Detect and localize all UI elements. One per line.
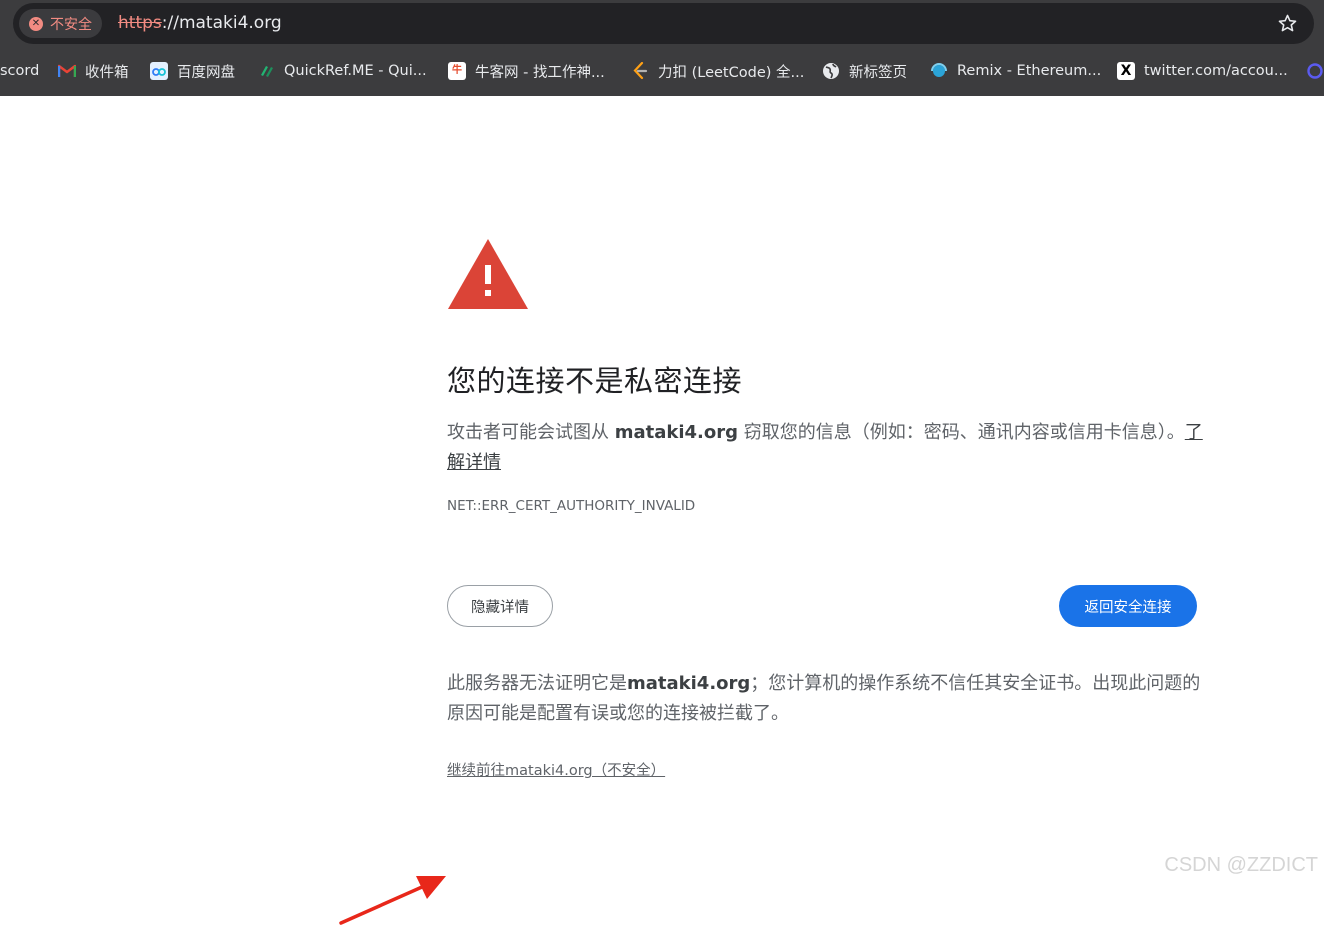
chain-icon bbox=[1306, 62, 1324, 80]
page-heading: 您的连接不是私密连接 bbox=[447, 364, 743, 398]
browser-toolbar: ✕ 不安全 https://mataki4.org scord 收件箱 百度网盘 bbox=[0, 0, 1324, 96]
bookmark-baidu-netdisk[interactable]: 百度网盘 bbox=[150, 51, 235, 91]
remix-icon bbox=[930, 62, 948, 80]
bookmark-gmail[interactable]: 收件箱 bbox=[58, 51, 129, 91]
error-code: NET::ERR_CERT_AUTHORITY_INVALID bbox=[447, 498, 696, 514]
bookmark-label: scord bbox=[0, 63, 40, 79]
globe-icon bbox=[822, 62, 840, 80]
url-text[interactable]: https://mataki4.org bbox=[118, 3, 282, 44]
bookmark-label: 力扣 (LeetCode) 全... bbox=[658, 64, 805, 81]
quickref-icon bbox=[257, 62, 275, 80]
hide-details-button[interactable]: 隐藏详情 bbox=[447, 585, 553, 627]
warning-message: 攻击者可能会试图从 mataki4.org 窃取您的信息（例如：密码、通讯内容或… bbox=[447, 418, 1207, 478]
url-host: ://mataki4.org bbox=[161, 13, 282, 33]
gmail-icon bbox=[58, 62, 76, 80]
leetcode-icon bbox=[631, 62, 649, 80]
bookmark-label: 牛客网 - 找工作神... bbox=[475, 64, 605, 81]
message-suffix: 窃取您的信息（例如：密码、通讯内容或信用卡信息）。 bbox=[738, 422, 1185, 443]
bookmark-remix[interactable]: Remix - Ethereum... bbox=[930, 51, 1101, 91]
security-chip[interactable]: ✕ 不安全 bbox=[19, 9, 102, 38]
bookmark-label: Remix - Ethereum... bbox=[957, 63, 1102, 79]
bookmark-star-icon[interactable] bbox=[1277, 13, 1298, 34]
bookmark-label: 收件箱 bbox=[85, 64, 129, 81]
interstitial-page: 您的连接不是私密连接 攻击者可能会试图从 mataki4.org 窃取您的信息（… bbox=[0, 96, 1324, 925]
address-bar[interactable]: ✕ 不安全 https://mataki4.org bbox=[13, 3, 1314, 44]
explanation-prefix: 此服务器无法证明它是 bbox=[447, 673, 627, 694]
security-chip-label: 不安全 bbox=[50, 16, 92, 33]
bookmark-label: 百度网盘 bbox=[177, 64, 235, 81]
url-scheme: https bbox=[118, 13, 162, 33]
bookmark-discord[interactable]: scord bbox=[0, 51, 39, 91]
bookmark-label: 新标签页 bbox=[849, 64, 907, 81]
message-prefix: 攻击者可能会试图从 bbox=[447, 422, 615, 443]
warning-triangle-icon bbox=[448, 239, 528, 309]
baidu-netdisk-icon bbox=[150, 62, 168, 80]
bookmark-label: twitter.com/accou... bbox=[1144, 63, 1288, 79]
back-to-safety-button[interactable]: 返回安全连接 bbox=[1059, 585, 1197, 627]
bookmark-overflow[interactable] bbox=[1306, 51, 1324, 91]
bookmark-twitter[interactable]: X twitter.com/accou... bbox=[1117, 51, 1288, 91]
annotation-arrow bbox=[339, 876, 446, 925]
bookmark-quickref[interactable]: QuickRef.ME - Qui... bbox=[257, 51, 427, 91]
bookmarks-bar: scord 收件箱 百度网盘 QuickRef.ME - Qui... 牛 牛客… bbox=[0, 51, 1324, 91]
bookmark-new-tab[interactable]: 新标签页 bbox=[822, 51, 907, 91]
bookmark-label: QuickRef.ME - Qui... bbox=[284, 63, 427, 79]
nowcoder-icon: 牛 bbox=[448, 62, 466, 80]
details-explanation: 此服务器无法证明它是mataki4.org；您计算机的操作系统不信任其安全证书。… bbox=[447, 669, 1207, 729]
bookmark-nowcoder[interactable]: 牛 牛客网 - 找工作神... bbox=[448, 51, 605, 91]
bookmark-leetcode[interactable]: 力扣 (LeetCode) 全... bbox=[631, 51, 804, 91]
not-secure-icon: ✕ bbox=[29, 16, 43, 31]
proceed-unsafe-link[interactable]: 继续前往mataki4.org（不安全） bbox=[447, 759, 665, 780]
message-domain: mataki4.org bbox=[614, 422, 739, 443]
watermark: CSDN @ZZDICT bbox=[1164, 854, 1318, 876]
x-icon: X bbox=[1117, 62, 1135, 80]
explanation-domain: mataki4.org bbox=[627, 673, 751, 694]
